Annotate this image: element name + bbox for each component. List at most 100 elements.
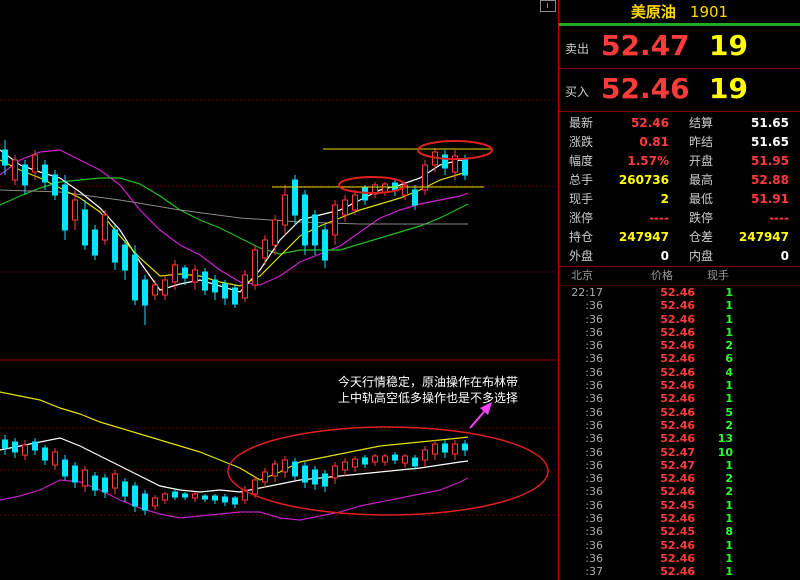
tick-time: :36 bbox=[585, 379, 603, 393]
candlestick-chart-area[interactable]: 今天行情稳定，原油操作在布林带 上中轨高空低多操作也是不多选择 bbox=[0, 0, 558, 580]
candle-body bbox=[162, 493, 168, 501]
tick-row: :36 52.46 2 bbox=[559, 419, 800, 432]
tick-row: :36 52.47 10 bbox=[559, 446, 800, 459]
stats-cell: 幅度 1.57% bbox=[559, 152, 679, 171]
candle-body bbox=[412, 189, 418, 206]
tick-row: :36 52.46 1 bbox=[559, 539, 800, 552]
ma-line-yellow bbox=[0, 159, 469, 287]
layout-toggle-icon[interactable] bbox=[540, 0, 556, 12]
candle-body bbox=[122, 481, 128, 497]
ask-row[interactable]: 卖出 52.47 19 bbox=[559, 26, 800, 69]
tick-volume: 4 bbox=[725, 365, 733, 379]
candle-body bbox=[192, 269, 198, 283]
tick-price: 52.46 bbox=[660, 551, 695, 565]
candle-body bbox=[102, 477, 108, 493]
candle-body bbox=[262, 471, 268, 483]
candle-body bbox=[292, 461, 298, 477]
tick-row: :36 52.47 1 bbox=[559, 459, 800, 472]
candle-body bbox=[362, 457, 368, 465]
candle-body bbox=[172, 491, 178, 498]
candle-body bbox=[72, 465, 78, 483]
candle-body bbox=[82, 209, 88, 246]
stat-value: 2 bbox=[660, 192, 669, 206]
tick-row: :36 52.46 1 bbox=[559, 313, 800, 326]
stats-row: 最新 52.46 结算 51.65 bbox=[559, 114, 800, 133]
candle-body bbox=[212, 495, 218, 501]
bid-volume: 19 bbox=[709, 72, 748, 105]
stats-row: 外盘 0 内盘 0 bbox=[559, 247, 800, 266]
tick-row: :36 52.45 8 bbox=[559, 525, 800, 538]
tick-row: :36 52.46 4 bbox=[559, 366, 800, 379]
stat-value: 247947 bbox=[618, 230, 669, 244]
stat-label: 开盘 bbox=[689, 154, 714, 168]
stat-label: 最低 bbox=[689, 192, 714, 206]
tick-time: :36 bbox=[585, 538, 603, 552]
candle-body bbox=[422, 449, 428, 461]
stats-cell: 外盘 0 bbox=[559, 247, 679, 266]
tick-time: :36 bbox=[585, 458, 603, 472]
tick-row: :36 52.46 2 bbox=[559, 472, 800, 485]
tick-price: 52.46 bbox=[660, 339, 695, 353]
candle-body bbox=[272, 219, 278, 246]
candle-body bbox=[112, 229, 118, 263]
tick-price: 52.46 bbox=[660, 485, 695, 499]
candle-body bbox=[112, 473, 118, 489]
stat-label: 涨跌 bbox=[569, 135, 594, 149]
tick-price: 52.47 bbox=[660, 458, 695, 472]
candle-body bbox=[332, 465, 338, 479]
tick-price: 52.46 bbox=[660, 325, 695, 339]
candle-body bbox=[252, 249, 258, 286]
candle-body bbox=[332, 204, 338, 236]
candle-body bbox=[82, 469, 88, 487]
candle-body bbox=[152, 497, 158, 507]
candle-body bbox=[302, 194, 308, 246]
candle-body bbox=[352, 194, 358, 211]
stats-row: 现手 2 最低 51.91 bbox=[559, 190, 800, 209]
bid-row[interactable]: 买入 52.46 19 bbox=[559, 69, 800, 112]
stats-cell: 涨跌 0.81 bbox=[559, 133, 679, 152]
candle-body bbox=[232, 497, 238, 505]
stat-value: ---- bbox=[649, 211, 669, 225]
candle-body bbox=[52, 451, 58, 466]
tick-time: :36 bbox=[585, 392, 603, 406]
instrument-name: 美原油 bbox=[630, 3, 676, 21]
ma-line-grey bbox=[0, 189, 468, 225]
candle-body bbox=[222, 496, 228, 503]
tick-volume: 2 bbox=[725, 485, 733, 499]
stats-row: 幅度 1.57% 开盘 51.95 bbox=[559, 152, 800, 171]
stat-label: 内盘 bbox=[689, 249, 714, 263]
chart-canvas bbox=[0, 99, 558, 521]
candle-body bbox=[32, 441, 38, 451]
tick-row: :36 52.46 1 bbox=[559, 512, 800, 525]
tick-time: :36 bbox=[585, 339, 603, 353]
candle-body bbox=[162, 279, 168, 296]
stat-label: 涨停 bbox=[569, 211, 594, 225]
candle-body bbox=[382, 183, 388, 193]
tick-time: :36 bbox=[585, 445, 603, 459]
tick-time: :36 bbox=[585, 405, 603, 419]
tick-volume: 1 bbox=[725, 392, 733, 406]
candle-body bbox=[92, 229, 98, 256]
tick-time: 22:17 bbox=[571, 286, 603, 299]
stat-value: 51.65 bbox=[751, 116, 789, 130]
tick-volume: 10 bbox=[717, 445, 733, 459]
stat-value: 52.46 bbox=[631, 116, 669, 130]
tick-volume: 1 bbox=[725, 286, 733, 299]
tick-price: 52.45 bbox=[660, 498, 695, 512]
tick-row: :36 52.46 1 bbox=[559, 299, 800, 312]
candle-body bbox=[402, 455, 408, 464]
candle-body bbox=[422, 164, 428, 191]
candle-body bbox=[62, 459, 68, 477]
tick-list[interactable]: 22:17 52.46 1:36 52.46 1:36 52.46 1:36 52.46 1:3… bbox=[559, 286, 800, 579]
annotation-line-2: 上中轨高空低多操作也是不多选择 bbox=[337, 391, 518, 405]
candle-body bbox=[22, 164, 28, 186]
stat-label: 昨结 bbox=[689, 135, 714, 149]
tick-time: :36 bbox=[585, 312, 603, 326]
ticks-header-volume: 现手 bbox=[707, 269, 729, 282]
quote-panel: 美原油 1901 卖出 52.47 19 买入 52.46 19 最新 52.46 结… bbox=[558, 0, 800, 580]
stat-value: 51.95 bbox=[751, 154, 789, 168]
tick-volume: 1 bbox=[725, 538, 733, 552]
candle-body bbox=[282, 459, 288, 473]
tick-volume: 1 bbox=[725, 565, 733, 579]
tick-price: 52.46 bbox=[660, 312, 695, 326]
